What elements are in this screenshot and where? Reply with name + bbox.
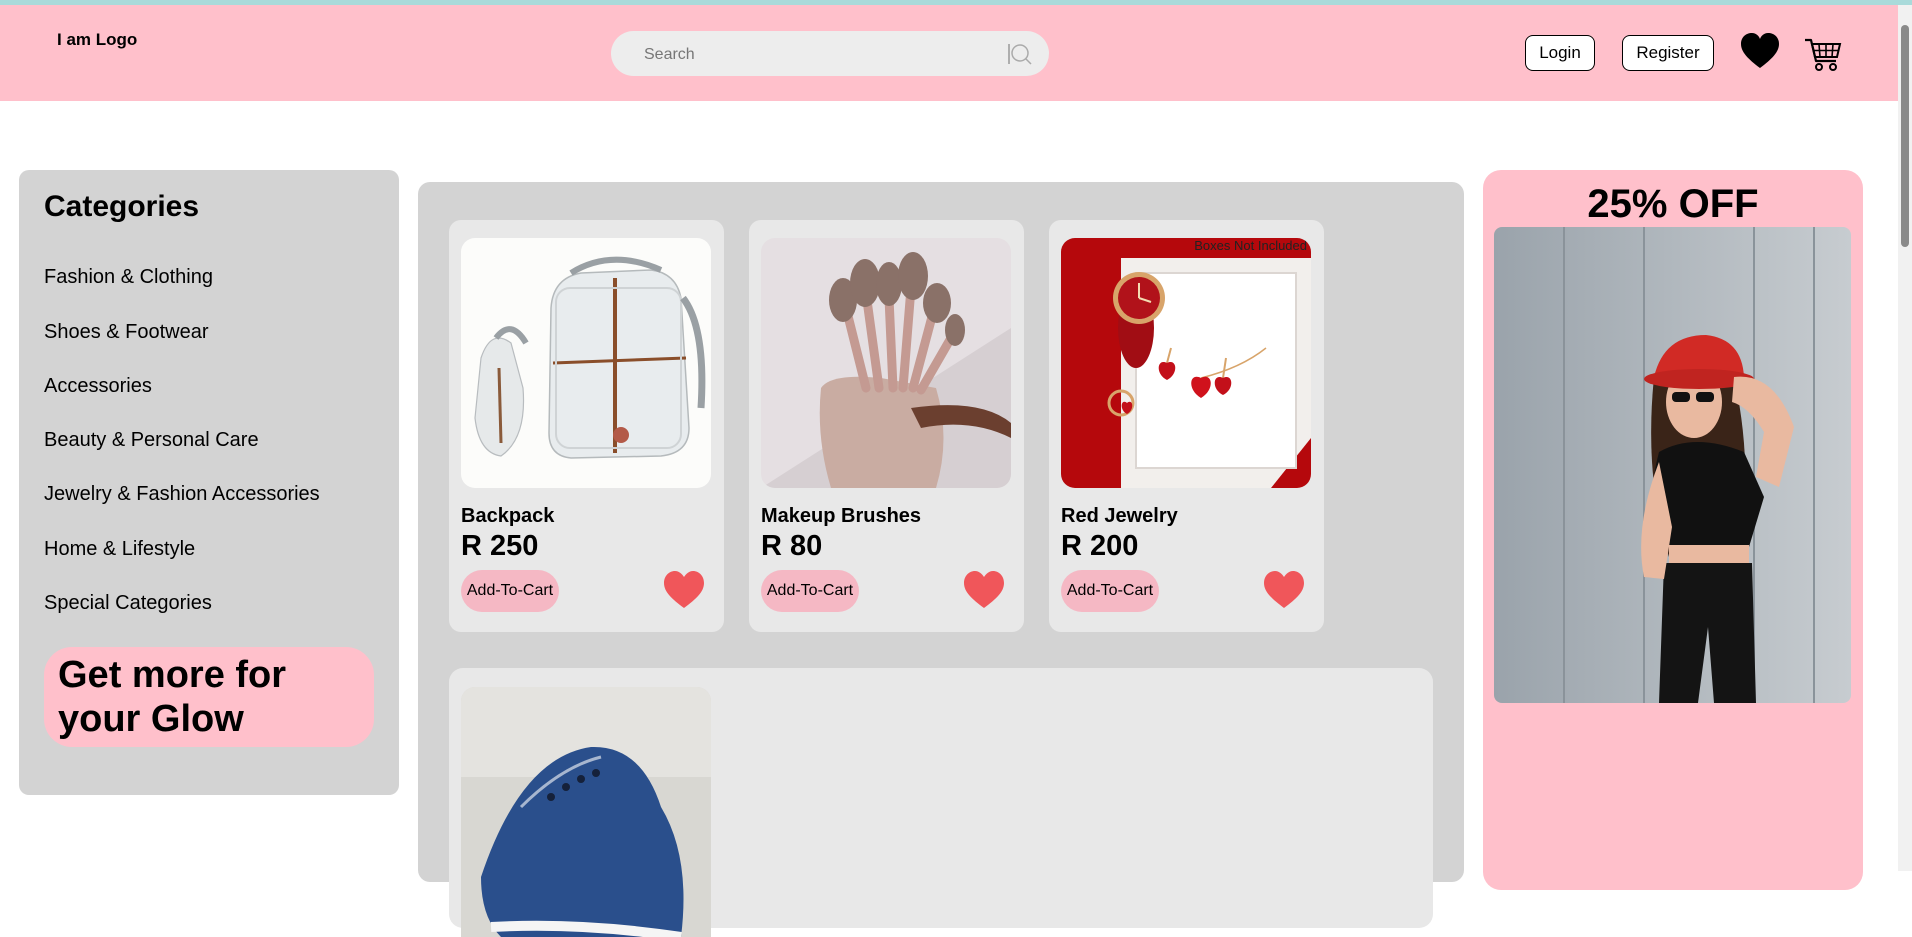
category-fashion-clothing[interactable]: Fashion & Clothing	[44, 266, 213, 289]
discount-promo-panel[interactable]: 25% OFF	[1483, 170, 1863, 890]
category-beauty-personal-care[interactable]: Beauty & Personal Care	[44, 429, 259, 452]
category-accessories[interactable]: Accessories	[44, 375, 152, 398]
product-price: R 250	[461, 530, 539, 562]
product-name: Red Jewelry	[1061, 505, 1178, 527]
product-name: Makeup Brushes	[761, 505, 922, 527]
glow-promo-banner[interactable]: Get more for your Glow	[44, 647, 374, 747]
add-to-cart-button[interactable]: Add-To-Cart	[461, 570, 559, 612]
shoe-image[interactable]	[461, 687, 711, 937]
search-bar[interactable]	[611, 31, 1049, 78]
login-button[interactable]: Login	[1525, 35, 1595, 71]
product-card-red-jewelry[interactable]: Boxes Not Included Red Jewelry R 200 Add…	[1049, 220, 1324, 632]
search-input[interactable]	[642, 31, 1006, 78]
register-button[interactable]: Register	[1622, 35, 1714, 71]
makeup-brushes-image[interactable]	[761, 238, 1011, 488]
favorite-heart-icon[interactable]	[1263, 570, 1305, 610]
product-price: R 80	[761, 530, 823, 562]
add-to-cart-button[interactable]: Add-To-Cart	[1061, 570, 1159, 612]
cart-icon[interactable]	[1804, 35, 1842, 73]
category-special-categories[interactable]: Special Categories	[44, 592, 212, 615]
product-card-makeup-brushes[interactable]: Makeup Brushes R 80 Add-To-Cart	[749, 220, 1024, 632]
logo[interactable]: I am Logo	[57, 30, 137, 50]
category-shoes-footwear[interactable]: Shoes & Footwear	[44, 321, 209, 344]
page-scrollbar[interactable]	[1898, 5, 1912, 871]
wishlist-heart-icon[interactable]	[1740, 32, 1780, 72]
site-header: I am Logo Login Register	[0, 5, 1912, 101]
product-price: R 200	[1061, 530, 1139, 562]
search-icon[interactable]	[1007, 42, 1033, 66]
category-jewelry-fashion-accessories[interactable]: Jewelry & Fashion Accessories	[44, 483, 320, 506]
product-row-2	[449, 668, 1433, 937]
favorite-heart-icon[interactable]	[663, 570, 705, 610]
product-card-backpack[interactable]: Backpack R 250 Add-To-Cart	[449, 220, 724, 632]
boxes-note: Boxes Not Included	[1194, 238, 1307, 253]
product-name: Backpack	[461, 505, 555, 527]
product-grid: Backpack R 250 Add-To-Cart Makeup Brushe…	[418, 182, 1464, 937]
backpack-image[interactable]	[461, 238, 711, 488]
model-photo[interactable]	[1494, 227, 1851, 703]
category-home-lifestyle[interactable]: Home & Lifestyle	[44, 538, 195, 561]
red-jewelry-image[interactable]: Boxes Not Included	[1061, 238, 1311, 488]
discount-title: 25% OFF	[1587, 182, 1759, 226]
scrollbar-thumb[interactable]	[1901, 25, 1909, 247]
categories-sidebar: Categories Fashion & Clothing Shoes & Fo…	[19, 170, 399, 795]
favorite-heart-icon[interactable]	[963, 570, 1005, 610]
categories-title: Categories	[44, 190, 200, 223]
add-to-cart-button[interactable]: Add-To-Cart	[761, 570, 859, 612]
